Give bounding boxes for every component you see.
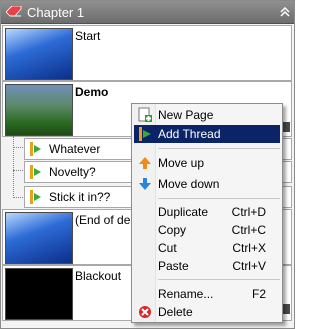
add-thread-icon [139,127,151,141]
menu-item-label: Copy [158,223,187,237]
menu-separator [158,279,280,280]
scene-row[interactable]: Start [2,25,292,81]
thread-icon [30,142,41,156]
menu-item-label: New Page [158,108,214,122]
menu-item-shortcut: F2 [251,287,266,301]
menu-item-label: Add Thread [158,127,221,141]
menu-separator [158,148,280,149]
scene-thumbnail [5,28,73,80]
menu-item-label: Rename... [158,287,214,301]
arrow-down-icon [139,178,151,190]
collapse-up-icon[interactable] [280,7,290,17]
menu-separator [158,198,280,199]
eraser-icon [6,6,22,17]
scene-thumbnail [5,212,73,264]
chapter-header[interactable]: Chapter 1 [1,1,294,24]
scene-name: Blackout [75,269,122,283]
scene-name: Start [75,29,101,43]
menu-item-paste[interactable]: Paste Ctrl+V [134,257,280,275]
new-page-icon [138,107,152,122]
menu-item-shortcut: Ctrl+V [232,259,266,273]
menu-item-rename[interactable]: Rename... F2 [134,285,280,303]
menu-item-shortcut: Ctrl+X [232,241,266,255]
menu-item-move-down[interactable]: Move down [134,175,280,193]
menu-item-label: Delete [158,305,193,319]
row-scroll-marker [282,122,290,132]
menu-item-cut[interactable]: Cut Ctrl+X [134,239,280,257]
menu-item-move-up[interactable]: Move up [134,154,280,172]
menu-item-shortcut: Ctrl+D [231,205,266,219]
thread-label: Stick it in?? [49,190,111,204]
scene-thumbnail [5,84,73,136]
thread-icon [30,190,41,204]
menu-item-delete[interactable]: Delete [134,303,280,321]
menu-item-add-thread[interactable]: Add Thread [134,125,280,143]
scene-name: Demo [75,85,109,99]
row-scroll-marker [282,304,290,314]
menu-item-copy[interactable]: Copy Ctrl+C [134,221,280,239]
thread-label: Whatever [49,142,101,156]
thread-icon [30,165,41,179]
menu-item-label: Duplicate [158,205,209,219]
menu-item-new-page[interactable]: New Page [134,106,280,124]
context-menu: New Page Add Thread Move up Move down Du… [131,103,283,323]
menu-item-label: Move down [158,177,220,191]
tree-branch [13,170,23,171]
chapter-title: Chapter 1 [27,5,85,20]
tree-branch [13,197,23,198]
tree-line [13,136,14,198]
menu-item-duplicate[interactable]: Duplicate Ctrl+D [134,203,280,221]
scene-thumbnail [5,268,73,320]
menu-item-shortcut: Ctrl+C [231,223,266,237]
menu-item-label: Cut [158,241,177,255]
menu-item-label: Move up [158,156,205,170]
tree-branch [13,147,23,148]
menu-item-label: Paste [158,259,189,273]
scene-name: (End of de [75,213,131,227]
thread-label: Novelty? [49,165,96,179]
arrow-up-icon [139,157,151,169]
delete-x-icon [139,306,151,318]
